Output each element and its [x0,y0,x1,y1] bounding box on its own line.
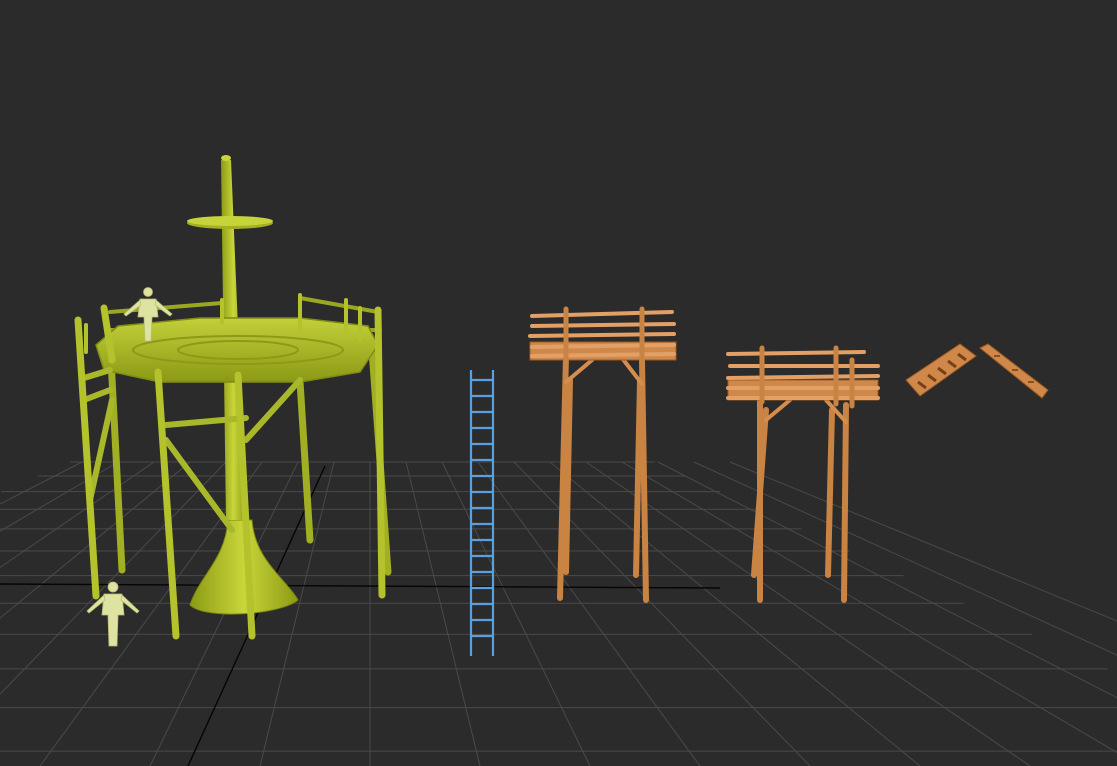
grid-line [0,461,119,532]
ladder-model[interactable] [469,370,495,656]
grid-line [477,461,701,766]
viewport-canvas[interactable] [0,0,1117,766]
short-wooden-platform-model[interactable] [726,345,880,603]
3d-viewport[interactable] [0,0,1117,766]
grid-line [729,461,1117,622]
tall-wooden-platform-model[interactable] [528,306,677,603]
grid-line [657,461,1117,699]
grid-line [513,461,811,766]
grid-line [405,461,481,766]
stair-piece-models[interactable] [905,343,1049,399]
grid-line [0,461,155,569]
grid-line [0,461,191,619]
grid-line [621,461,1117,754]
grid-line [585,461,1031,766]
tree-watchtower-model[interactable] [74,155,392,640]
grid-line [259,461,335,766]
grid-line [549,461,921,766]
